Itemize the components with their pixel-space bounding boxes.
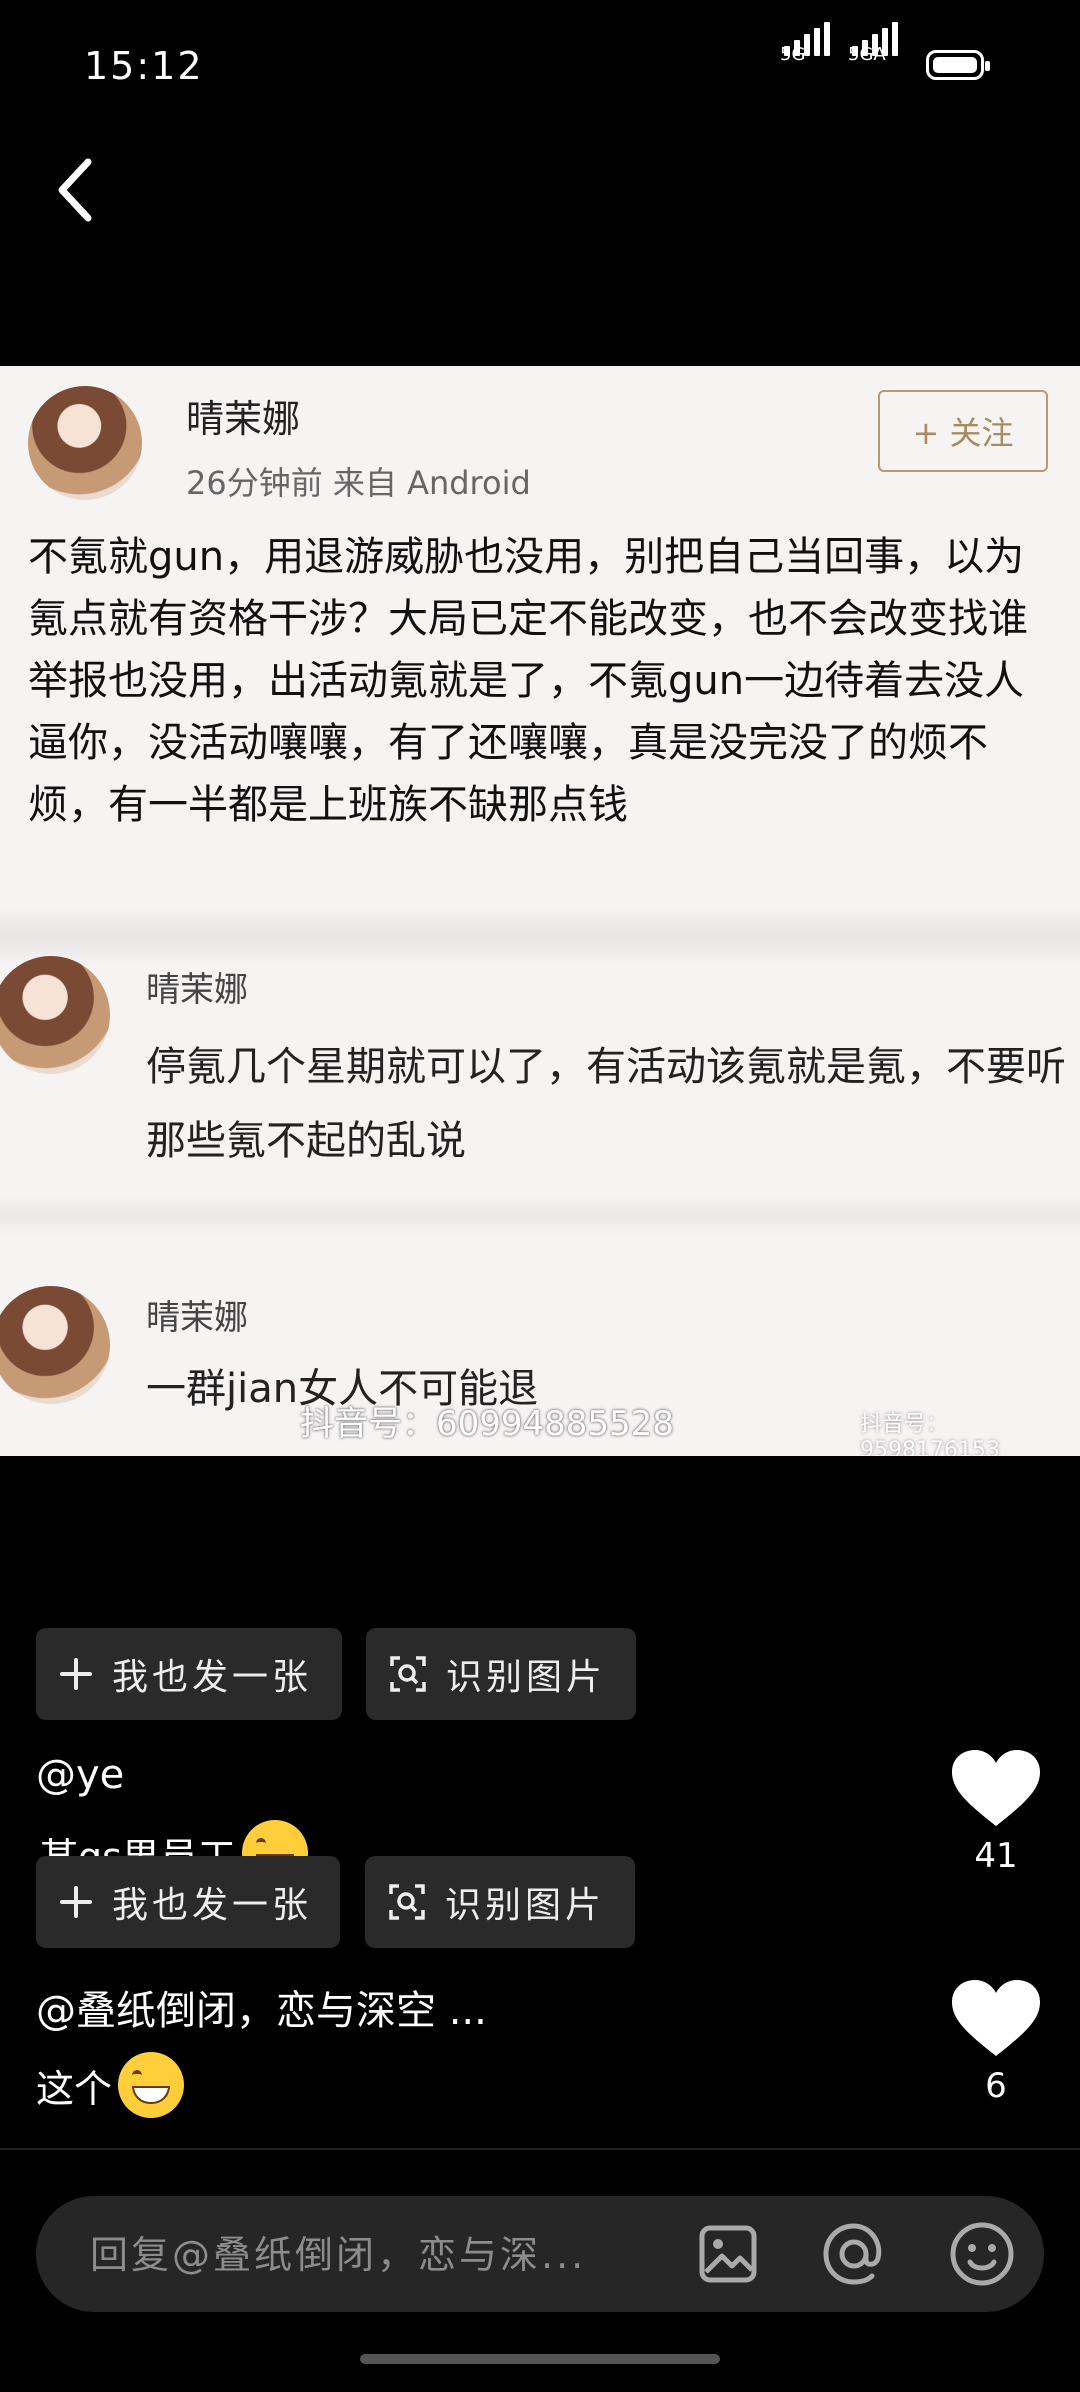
back-button[interactable] bbox=[48, 150, 108, 230]
recognize-image-label: 识别图片 bbox=[445, 1885, 606, 1926]
reply-author-name: 晴茉娜 bbox=[146, 1298, 248, 1338]
insert-image-button[interactable] bbox=[696, 2222, 760, 2286]
scan-image-icon bbox=[390, 1656, 426, 1692]
reply-avatar bbox=[0, 956, 110, 1074]
recognize-image-button[interactable]: 识别图片 bbox=[366, 1628, 636, 1720]
comment-username[interactable]: @叠纸倒闭，恋与深空 ... bbox=[36, 1978, 487, 2036]
scan-image-icon bbox=[389, 1884, 425, 1920]
status-time: 15:12 bbox=[84, 44, 204, 88]
home-indicator bbox=[360, 2354, 720, 2364]
post-image-button[interactable]: 我也发一张 bbox=[36, 1628, 342, 1720]
post-meta: 26分钟前 来自 Android bbox=[186, 464, 531, 502]
chevron-left-icon bbox=[58, 158, 92, 222]
follow-button: + 关注 bbox=[878, 390, 1048, 472]
reply-author-name: 晴茉娜 bbox=[146, 970, 248, 1010]
divider bbox=[0, 2148, 1080, 2150]
image-icon bbox=[699, 2225, 757, 2283]
like-button[interactable]: 41 bbox=[948, 1746, 1044, 1876]
signal-bars-icon-2 bbox=[852, 22, 898, 56]
post-image-label: 我也发一张 bbox=[112, 1657, 313, 1698]
heart-icon bbox=[952, 1980, 1040, 2056]
reply-text: 停氪几个星期就可以了，有活动该氪就是氪，不要听那些氪不起的乱说 bbox=[146, 1044, 1066, 1164]
comment-username[interactable]: @ye bbox=[36, 1752, 124, 1798]
reply-bar bbox=[36, 2196, 1044, 2312]
post-image-label: 我也发一张 bbox=[112, 1885, 313, 1926]
like-count: 6 bbox=[985, 2066, 1007, 2106]
mention-button[interactable] bbox=[818, 2218, 890, 2290]
post-screenshot-image[interactable]: 晴茉娜 26分钟前 来自 Android + 关注 不氪就gun，用退游威胁也没… bbox=[0, 366, 1080, 1456]
at-icon bbox=[823, 2223, 882, 2285]
blurred-divider bbox=[0, 906, 1080, 966]
like-count: 41 bbox=[974, 1836, 1018, 1876]
battery-icon bbox=[926, 50, 990, 80]
reply-avatar bbox=[0, 1286, 110, 1404]
signal-bars-icon bbox=[784, 22, 830, 56]
heart-icon bbox=[952, 1750, 1040, 1826]
author-name: 晴茉娜 bbox=[186, 397, 301, 441]
plus-icon bbox=[60, 1886, 92, 1918]
watermark: 抖音号：60994885528 bbox=[300, 1404, 674, 1444]
emoji-button[interactable] bbox=[948, 2220, 1016, 2288]
post-text: 不氪就gun，用退游威胁也没用，别把自己当回事，以为氪点就有资格干涉？大局已定不… bbox=[28, 534, 1028, 828]
comment-text: 这个 bbox=[36, 2052, 185, 2118]
recognize-image-button[interactable]: 识别图片 bbox=[365, 1856, 635, 1948]
post-image-button[interactable]: 我也发一张 bbox=[36, 1856, 340, 1948]
recognize-image-label: 识别图片 bbox=[446, 1657, 607, 1698]
comment-text-content: 这个 bbox=[36, 2066, 113, 2111]
grinning-emoji-icon bbox=[118, 2052, 185, 2118]
plus-icon bbox=[60, 1658, 92, 1690]
avatar bbox=[28, 386, 142, 500]
smile-icon bbox=[950, 2222, 1014, 2286]
like-button[interactable]: 6 bbox=[948, 1976, 1044, 2106]
reply-input[interactable] bbox=[88, 2232, 692, 2278]
blurred-divider bbox=[0, 1196, 1080, 1236]
watermark: 抖音号：9598176153 bbox=[860, 1412, 1000, 1456]
